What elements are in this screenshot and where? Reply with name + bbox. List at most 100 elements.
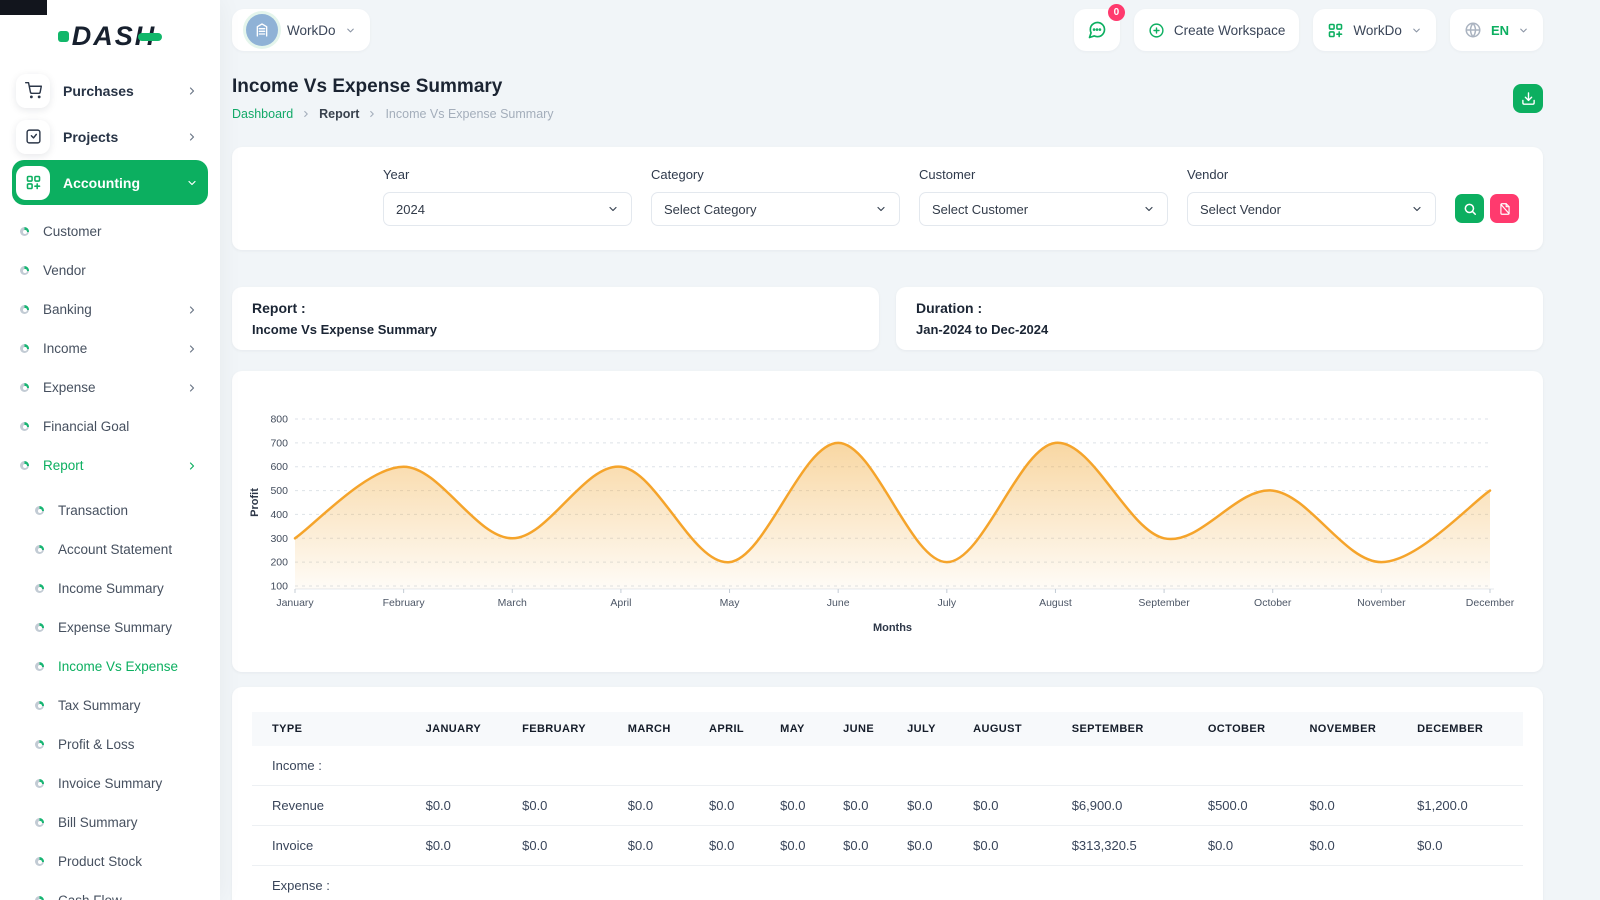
table-header-cell: SEPTEMBER: [1064, 712, 1200, 746]
report-value: Income Vs Expense Summary: [252, 322, 859, 337]
table-header-cell: JUNE: [835, 712, 899, 746]
bullet-icon: [35, 818, 44, 827]
table-value-cell: $0.0: [1200, 826, 1302, 866]
category-value: Select Category: [664, 202, 757, 217]
create-workspace-label: Create Workspace: [1174, 23, 1286, 38]
check-square-icon: [16, 120, 50, 154]
sidebar-item-label: Report: [43, 458, 186, 473]
customer-label: Customer: [919, 167, 1168, 182]
language-code: EN: [1491, 23, 1509, 38]
sidebar-item-product-stock[interactable]: Product Stock: [20, 842, 204, 881]
sidebar-item-label: Expense: [43, 380, 186, 395]
grid-plus-icon: [16, 166, 50, 200]
chevron-down-icon: [1411, 203, 1423, 215]
y-tick-label: 300: [270, 533, 288, 545]
search-button[interactable]: [1455, 194, 1484, 223]
workspace-selector[interactable]: WorkDo: [232, 9, 370, 51]
vendor-value: Select Vendor: [1200, 202, 1281, 217]
sidebar-item-tax-summary[interactable]: Tax Summary: [20, 686, 204, 725]
bullet-icon: [35, 584, 44, 593]
sidebar-item-profit-loss[interactable]: Profit & Loss: [20, 725, 204, 764]
sidebar-item-projects[interactable]: Projects: [12, 114, 208, 159]
breadcrumb-report[interactable]: Report: [319, 107, 359, 121]
table-header-cell: TYPE: [252, 712, 418, 746]
window-corner-strip: [0, 0, 47, 15]
messages-button[interactable]: 0: [1074, 9, 1120, 51]
workspace-menu[interactable]: WorkDo: [1313, 9, 1436, 51]
vendor-select[interactable]: Select Vendor: [1187, 192, 1436, 226]
table-row: Revenue$0.0$0.0$0.0$0.0$0.0$0.0$0.0$0.0$…: [252, 786, 1523, 826]
sidebar-item-expense[interactable]: Expense: [20, 368, 204, 407]
sidebar-item-financial-goal[interactable]: Financial Goal: [20, 407, 204, 446]
sidebar-item-income-vs-expense[interactable]: Income Vs Expense: [20, 647, 204, 686]
sidebar-item-transaction[interactable]: Transaction: [20, 491, 204, 530]
logo-accent-dot: [58, 31, 69, 42]
y-tick-label: 400: [270, 509, 288, 521]
sidebar-item-customer[interactable]: Customer: [20, 212, 204, 251]
bullet-icon: [35, 662, 44, 671]
sidebar-item-report[interactable]: Report: [20, 446, 204, 485]
table-header-cell: NOVEMBER: [1301, 712, 1409, 746]
customer-select[interactable]: Select Customer: [919, 192, 1168, 226]
workspace-menu-label: WorkDo: [1353, 23, 1402, 38]
x-tick-label: January: [276, 597, 314, 609]
sidebar-item-accounting[interactable]: Accounting: [12, 160, 208, 205]
category-select[interactable]: Select Category: [651, 192, 900, 226]
chevron-right-icon: [186, 343, 198, 355]
summary-cards: Report : Income Vs Expense Summary Durat…: [232, 287, 1543, 350]
sidebar-item-income[interactable]: Income: [20, 329, 204, 368]
y-axis-title: Profit: [249, 488, 261, 517]
profit-chart-card: 100200300400500600700800JanuaryFebruaryM…: [232, 371, 1543, 672]
chevron-right-icon: [186, 460, 198, 472]
chevron-down-icon: [1411, 25, 1422, 36]
table-value-cell: $0.0: [418, 826, 515, 866]
bullet-icon: [20, 266, 29, 275]
breadcrumb: Dashboard Report Income Vs Expense Summa…: [232, 107, 554, 121]
grid-icon: [1327, 22, 1344, 39]
table-value-cell: $0.0: [701, 826, 772, 866]
x-axis-title: Months: [873, 622, 912, 634]
sidebar-item-income-summary[interactable]: Income Summary: [20, 569, 204, 608]
file-off-icon: [1498, 202, 1512, 216]
x-tick-label: December: [1466, 597, 1515, 609]
table-row: Invoice$0.0$0.0$0.0$0.0$0.0$0.0$0.0$0.0$…: [252, 826, 1523, 866]
download-button[interactable]: [1513, 84, 1543, 113]
sidebar-item-cash-flow[interactable]: Cash Flow: [20, 881, 204, 900]
sidebar-item-purchases[interactable]: Purchases: [12, 68, 208, 113]
table-value-cell: $0.0: [514, 826, 620, 866]
reset-filter-button[interactable]: [1490, 194, 1519, 223]
chevron-right-icon: [186, 304, 198, 316]
language-selector[interactable]: EN: [1450, 9, 1543, 51]
sidebar-item-expense-summary[interactable]: Expense Summary: [20, 608, 204, 647]
bullet-icon: [20, 461, 29, 470]
sidebar-item-label: Invoice Summary: [58, 776, 204, 791]
cart-icon: [16, 74, 50, 108]
bullet-icon: [20, 383, 29, 392]
sidebar-item-banking[interactable]: Banking: [20, 290, 204, 329]
bullet-icon: [35, 506, 44, 515]
bullet-icon: [20, 344, 29, 353]
sidebar-item-vendor[interactable]: Vendor: [20, 251, 204, 290]
table-header-cell: APRIL: [701, 712, 772, 746]
sidebar-item-label: Customer: [43, 224, 204, 239]
table-value-cell: $0.0: [835, 786, 899, 826]
chevron-right-icon: [186, 131, 198, 143]
y-tick-label: 800: [270, 414, 288, 426]
year-select[interactable]: 2024: [383, 192, 632, 226]
table-value-cell: $0.0: [620, 786, 701, 826]
table-value-cell: $0.0: [1409, 826, 1523, 866]
table-group-row: Expense :: [252, 866, 1523, 900]
sidebar-item-invoice-summary[interactable]: Invoice Summary: [20, 764, 204, 803]
table-value-cell: $0.0: [1301, 786, 1409, 826]
table-value-cell: $0.0: [899, 786, 965, 826]
sidebar-item-account-statement[interactable]: Account Statement: [20, 530, 204, 569]
table-header-cell: MAY: [772, 712, 835, 746]
table-header-cell: JULY: [899, 712, 965, 746]
table-type-cell: Invoice: [252, 826, 418, 866]
main-content: WorkDo 0 Create Workspace: [220, 0, 1600, 900]
breadcrumb-dashboard[interactable]: Dashboard: [232, 107, 293, 121]
table-type-cell: Expense :: [252, 866, 1523, 900]
create-workspace-button[interactable]: Create Workspace: [1134, 9, 1300, 51]
sidebar-item-bill-summary[interactable]: Bill Summary: [20, 803, 204, 842]
x-tick-label: March: [498, 597, 527, 609]
